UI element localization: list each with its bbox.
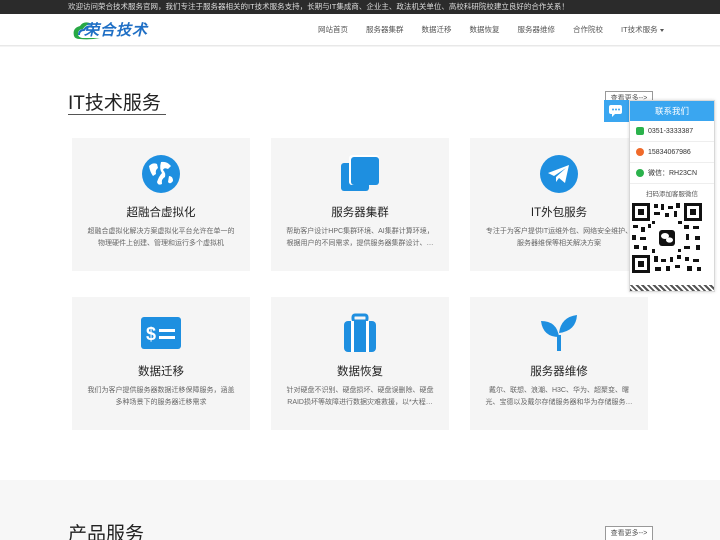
service-card-server-cluster[interactable]: 服务器集群 帮助客户设计HPC集群环境、AI集群计算环境，根据用户的不同需求，提… bbox=[271, 138, 449, 271]
stacked-squares-icon bbox=[341, 155, 379, 191]
card-title: 超融合虚拟化 bbox=[126, 207, 196, 219]
wechat-qr-code bbox=[630, 201, 704, 275]
nav-it-services-label: IT技术服务 bbox=[621, 25, 658, 34]
nav-partner-schools[interactable]: 合作院校 bbox=[573, 14, 603, 46]
card-title: 服务器集群 bbox=[331, 207, 389, 219]
nav-server-repair[interactable]: 服务器维修 bbox=[518, 14, 556, 46]
card-title: 数据迁移 bbox=[138, 366, 184, 378]
contact-mobile[interactable]: 15834067986 bbox=[630, 142, 714, 163]
card-description: 帮助客户设计HPC集群环境、AI集群计算环境，根据用户的不同需求，提供服务器集群… bbox=[286, 228, 434, 247]
wechat-icon bbox=[636, 169, 644, 177]
qr-caption: 扫码添加客服微信 bbox=[646, 191, 698, 198]
section-title-it-services: IT技术服务 bbox=[68, 93, 161, 114]
globe-icon bbox=[142, 155, 180, 193]
chat-bubble-icon bbox=[609, 105, 622, 117]
card-title: 数据恢复 bbox=[337, 366, 383, 378]
nav-data-migration[interactable]: 数据迁移 bbox=[422, 14, 452, 46]
card-description: 专注于为客户提供IT运维外包、网络安全维护、服务器维保等相关解决方案 bbox=[485, 228, 633, 247]
service-card-virtualization[interactable]: 超融合虚拟化 超融合虚拟化解决方案虚拟化平台允许在单一的物理硬件上创建、管理和运… bbox=[72, 138, 250, 271]
service-card-server-repair[interactable]: 服务器维修 戴尔、联想、浪潮、H3C、华为、超聚变、曙光、宝德以及戴尔存储服务器… bbox=[470, 297, 648, 430]
suitcase-icon bbox=[344, 313, 376, 352]
view-more-button-products[interactable]: 查看更多--> bbox=[605, 526, 653, 540]
svg-text:$: $ bbox=[146, 324, 156, 344]
logo-text[interactable]: 荣合技术 bbox=[84, 19, 148, 40]
section-title-product-services: 产品服务 bbox=[68, 524, 145, 540]
contact-mobile-number: 15834067986 bbox=[648, 148, 691, 156]
paper-plane-icon bbox=[540, 155, 578, 193]
money-card-icon: $ bbox=[141, 317, 181, 349]
phone-icon bbox=[636, 127, 644, 135]
service-card-data-recovery[interactable]: 数据恢复 针对硬盘不识别、硬盘损坏、硬盘误删除、硬盘RAID损坏等故障进行数据灾… bbox=[271, 297, 449, 430]
chat-toggle-tab[interactable] bbox=[604, 100, 629, 122]
site-header: 荣合技术 网站首页 服务器集群 数据迁移 数据恢复 服务器维修 合作院校 IT技… bbox=[0, 14, 720, 46]
sprout-icon bbox=[541, 315, 577, 351]
card-description: 针对硬盘不识别、硬盘损坏、硬盘误删除、硬盘RAID损坏等故障进行数据灾难救援，以… bbox=[286, 387, 434, 406]
main-nav: 网站首页 服务器集群 数据迁移 数据恢复 服务器维修 合作院校 IT技术服务 bbox=[318, 14, 682, 46]
contact-widget-footer bbox=[630, 285, 714, 291]
top-welcome-bar: 欢迎访问荣合技术服务官网，我们专注于服务器相关的IT技术服务支持，长期与IT集成… bbox=[0, 0, 720, 14]
service-card-it-outsourcing[interactable]: IT外包服务 专注于为客户提供IT运维外包、网络安全维护、服务器维保等相关解决方… bbox=[470, 138, 648, 271]
card-description: 戴尔、联想、浪潮、H3C、华为、超聚变、曙光、宝德以及戴尔存储服务器和华为存储服… bbox=[485, 387, 633, 406]
nav-it-services[interactable]: IT技术服务 bbox=[621, 14, 664, 46]
contact-title: 联系我们 bbox=[630, 101, 714, 121]
contact-widget: 联系我们 0351-3333387 15834067986 微信：RH23CN … bbox=[629, 100, 715, 292]
contact-phone-number: 0351-3333387 bbox=[648, 127, 694, 135]
chevron-down-icon bbox=[659, 28, 664, 32]
service-card-data-migration[interactable]: $ 数据迁移 我们为客户提供服务器数据迁移保障服务，涵盖多种场景下的服务器迁移需… bbox=[72, 297, 250, 430]
card-title: IT外包服务 bbox=[530, 207, 588, 219]
nav-home[interactable]: 网站首页 bbox=[318, 14, 348, 46]
card-title: 服务器维修 bbox=[530, 366, 588, 378]
nav-data-recovery[interactable]: 数据恢复 bbox=[470, 14, 500, 46]
contact-wechat[interactable]: 微信：RH23CN bbox=[630, 163, 714, 184]
card-description: 超融合虚拟化解决方案虚拟化平台允许在单一的物理硬件上创建、管理和运行多个虚拟机 bbox=[87, 228, 235, 247]
card-description: 我们为客户提供服务器数据迁移保障服务，涵盖多种场景下的服务器迁移需求 bbox=[87, 387, 235, 406]
section-title-underline bbox=[68, 114, 166, 115]
mobile-icon bbox=[636, 148, 644, 156]
nav-server-cluster[interactable]: 服务器集群 bbox=[366, 14, 404, 46]
contact-wechat-id: 微信：RH23CN bbox=[648, 169, 698, 177]
contact-phone[interactable]: 0351-3333387 bbox=[630, 121, 714, 142]
